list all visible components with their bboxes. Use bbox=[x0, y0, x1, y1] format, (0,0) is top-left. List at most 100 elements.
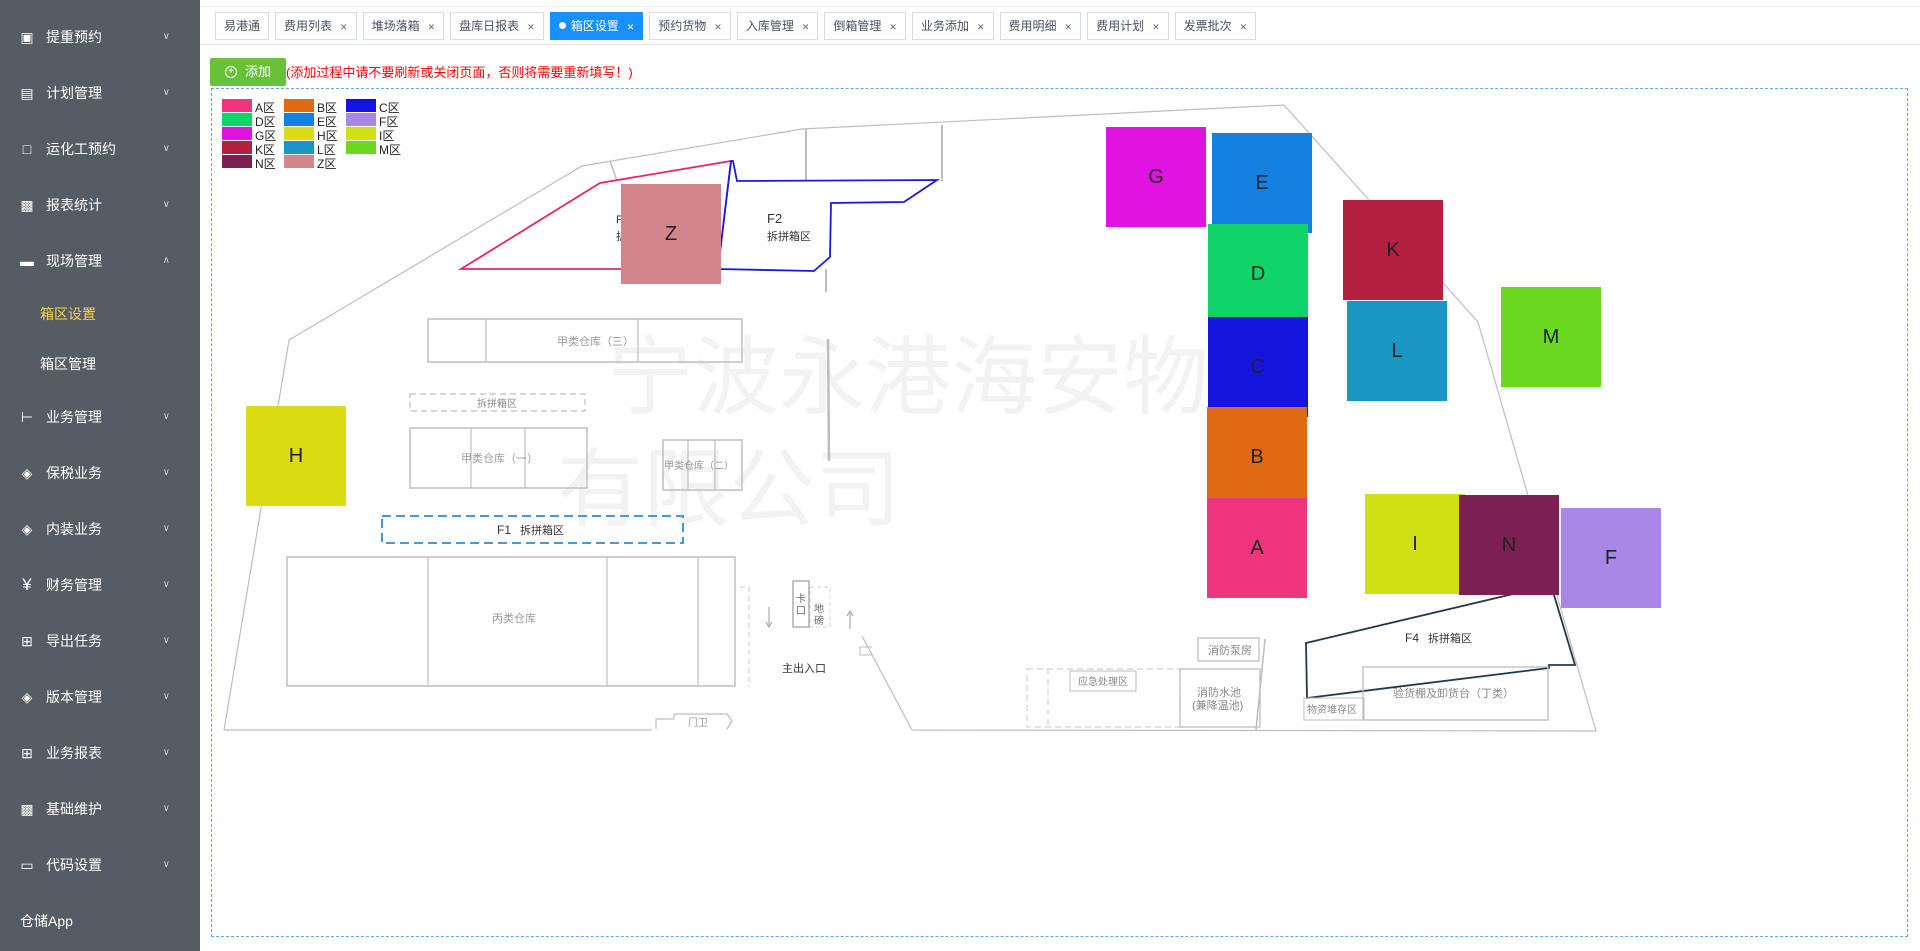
tab-fee-plan[interactable]: 费用计划 ✕ bbox=[1087, 12, 1169, 40]
report-icon: ▩ bbox=[20, 197, 34, 213]
close-icon[interactable]: ✕ bbox=[977, 22, 985, 32]
zone-label: M bbox=[1542, 325, 1560, 348]
sidebar-item-site[interactable]: ▬ 现场管理 ∧ bbox=[0, 233, 200, 289]
box-icon: ◈ bbox=[21, 465, 33, 481]
zone-l[interactable]: L bbox=[1347, 301, 1447, 401]
chevron-down-icon: ∨ bbox=[162, 859, 170, 870]
legend-swatch bbox=[346, 127, 376, 140]
zone-label: F bbox=[1604, 546, 1618, 569]
legend-item: C区 bbox=[346, 99, 400, 115]
zone-label: G bbox=[1148, 165, 1164, 188]
tab-label: 费用计划 bbox=[1096, 19, 1145, 33]
tab-label: 倒箱管理 bbox=[833, 19, 882, 33]
add-button[interactable]: + 添加 bbox=[210, 58, 286, 86]
sidebar-item-bonded[interactable]: ◈ 保税业务 ∨ bbox=[0, 445, 200, 501]
legend-swatch bbox=[346, 99, 376, 112]
close-icon[interactable]: ✕ bbox=[340, 22, 348, 32]
chevron-down-icon: ∨ bbox=[162, 691, 170, 702]
legend-item: M区 bbox=[346, 141, 401, 157]
close-icon[interactable]: ✕ bbox=[1240, 22, 1248, 32]
tab-label: 预约货物 bbox=[658, 19, 707, 33]
close-icon[interactable]: ✕ bbox=[527, 22, 535, 32]
weighbridge-label-2: 磅 bbox=[814, 614, 824, 627]
close-icon[interactable]: ✕ bbox=[1152, 22, 1160, 32]
folder-icon: ▬ bbox=[20, 253, 34, 269]
close-icon[interactable]: ✕ bbox=[1065, 22, 1073, 32]
tab-fee-list[interactable]: 费用列表 ✕ bbox=[275, 12, 357, 40]
tab-inventory-daily[interactable]: 盘库日报表 ✕ bbox=[450, 12, 544, 40]
sidebar-item-warehouse-app[interactable]: 仓储App bbox=[0, 893, 200, 949]
sidebar-item-pickup-booking[interactable]: ▣ 提重预约 ∨ bbox=[0, 9, 200, 65]
zone-d[interactable]: D bbox=[1208, 224, 1308, 324]
f2-label: F2 bbox=[767, 211, 782, 226]
tab-invoice-batch[interactable]: 发票批次 ✕ bbox=[1174, 12, 1257, 40]
tab-inbound[interactable]: 入库管理 ✕ bbox=[736, 12, 819, 40]
sidebar-item-label: 财务管理 bbox=[46, 577, 102, 593]
sidebar-item-report-stats[interactable]: ▩ 报表统计 ∨ bbox=[0, 177, 200, 233]
chevron-up-icon: ∧ bbox=[162, 255, 170, 266]
legend-swatch bbox=[222, 127, 252, 140]
sidebar-item-business-report[interactable]: ⊞ 业务报表 ∨ bbox=[0, 725, 200, 781]
tab-zone-settings[interactable]: 箱区设置 ✕ bbox=[549, 12, 644, 40]
tab-label: 费用明细 bbox=[1008, 19, 1057, 33]
legend-swatch bbox=[284, 141, 314, 154]
close-icon[interactable]: ✕ bbox=[428, 22, 436, 32]
zone-e[interactable]: E bbox=[1212, 133, 1312, 233]
sidebar-item-plan[interactable]: ▤ 计划管理 ∨ bbox=[0, 65, 200, 121]
zone-i[interactable]: I bbox=[1365, 494, 1465, 594]
sidebar-subitem-zone-management[interactable]: 箱区管理 bbox=[0, 339, 200, 389]
zone-c[interactable]: C bbox=[1208, 317, 1308, 417]
sidebar-item-export-task[interactable]: ⊞ 导出任务 ∨ bbox=[0, 613, 200, 669]
tab-box-transfer[interactable]: 倒箱管理 ✕ bbox=[824, 12, 906, 40]
legend-item: F区 bbox=[346, 113, 398, 129]
legend-item: Z区 bbox=[284, 155, 336, 171]
tab-business-add[interactable]: 业务添加 ✕ bbox=[911, 12, 994, 40]
zone-b[interactable]: B bbox=[1207, 407, 1307, 507]
legend-item: I区 bbox=[346, 127, 394, 143]
f2-sublabel: 拆拼箱区 bbox=[767, 229, 811, 243]
sidebar-item-label: 版本管理 bbox=[46, 689, 102, 705]
f1-label: F1 bbox=[497, 523, 511, 537]
tab-booked-goods[interactable]: 预约货物 ✕ bbox=[649, 12, 731, 40]
warehouse-jia-2-label: 甲类仓库（二） bbox=[664, 459, 734, 472]
zone-z[interactable]: Z bbox=[621, 184, 721, 284]
divider-line bbox=[609, 160, 618, 182]
sidebar-item-version[interactable]: ◈ 版本管理 ∨ bbox=[0, 669, 200, 725]
zone-a[interactable]: A bbox=[1207, 498, 1307, 598]
close-icon[interactable]: ✕ bbox=[802, 22, 810, 32]
zone-h[interactable]: H bbox=[246, 406, 346, 506]
sidebar-item-code-settings[interactable]: ▭ 代码设置 ∨ bbox=[0, 837, 200, 893]
warning-message: (添加过程中请不要刷新或关闭页面，否则将需要重新填写！) bbox=[286, 65, 633, 80]
close-icon[interactable]: ✕ bbox=[714, 22, 722, 32]
sidebar-item-chemical-booking[interactable]: □ 运化工预约 ∨ bbox=[0, 121, 200, 177]
chevron-down-icon: ∨ bbox=[162, 803, 170, 814]
sidebar-item-label: 计划管理 bbox=[46, 85, 102, 101]
close-icon[interactable]: ✕ bbox=[627, 22, 635, 32]
sidebar-item-label: 导出任务 bbox=[46, 633, 102, 649]
sidebar-item-finance[interactable]: ¥ 财务管理 ∨ bbox=[0, 557, 200, 613]
tab-bar: 易港通 费用列表 ✕ 堆场落箱 ✕ 盘库日报表 ✕ 箱区设置 ✕ 预约货物 ✕ 入库管理 ✕… bbox=[200, 0, 1920, 45]
zone-k[interactable]: K bbox=[1343, 200, 1443, 300]
sidebar-subitem-zone-settings[interactable]: 箱区设置 bbox=[0, 289, 200, 339]
chevron-down-icon: ∨ bbox=[162, 143, 170, 154]
fire-pool-sublabel: (兼降温池) bbox=[1192, 698, 1243, 712]
zone-f[interactable]: F bbox=[1561, 508, 1661, 608]
zone-n[interactable]: N bbox=[1459, 495, 1559, 595]
tab-label: 入库管理 bbox=[745, 19, 794, 33]
legend-item: B区 bbox=[284, 99, 337, 115]
tab-yard-drop[interactable]: 堆场落箱 ✕ bbox=[362, 12, 445, 40]
sidebar-item-label: 业务管理 bbox=[46, 409, 102, 425]
legend-swatch bbox=[284, 155, 314, 168]
tab-yigangtong[interactable]: 易港通 bbox=[215, 12, 270, 40]
sidebar-item-basic-maintenance[interactable]: ▩ 基础维护 ∨ bbox=[0, 781, 200, 837]
tab-fee-detail[interactable]: 费用明细 ✕ bbox=[999, 12, 1082, 40]
grid-icon: ⊞ bbox=[21, 745, 33, 761]
zone-g[interactable]: G bbox=[1106, 127, 1206, 227]
sidebar-item-inner-packing[interactable]: ◈ 内装业务 ∨ bbox=[0, 501, 200, 557]
window-icon: ▭ bbox=[20, 857, 34, 873]
zone-f2-outline[interactable] bbox=[716, 160, 940, 272]
zone-m[interactable]: M bbox=[1501, 287, 1601, 387]
devanning-area-label: 拆拼箱区 bbox=[477, 397, 517, 410]
sidebar-item-business[interactable]: ⊢ 业务管理 ∨ bbox=[0, 389, 200, 445]
close-icon[interactable]: ✕ bbox=[889, 22, 897, 32]
